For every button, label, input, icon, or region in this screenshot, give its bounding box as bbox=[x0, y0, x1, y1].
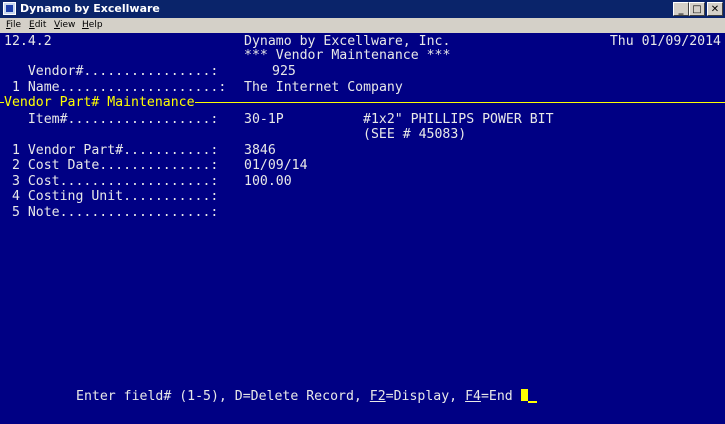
window-title: Dynamo by Excellware bbox=[20, 2, 160, 15]
screen-title: *** Vendor Maintenance *** bbox=[244, 48, 451, 63]
menu-edit[interactable]: Edit bbox=[29, 20, 46, 31]
field-costing-unit-label: 4 Costing Unit...........: bbox=[4, 189, 219, 204]
text-cursor[interactable] bbox=[520, 389, 528, 401]
field-note-label: 5 Note...................: bbox=[4, 205, 219, 220]
item-description-1: #1x2" PHILLIPS POWER BIT bbox=[363, 112, 554, 127]
current-date: Thu 01/09/2014 bbox=[609, 34, 721, 49]
menu-view[interactable]: View bbox=[54, 20, 75, 31]
field-vendor-part-value[interactable]: 3846 bbox=[244, 143, 276, 159]
window-controls: _ □ ✕ bbox=[673, 2, 723, 16]
version-label: 12.4.2 bbox=[4, 34, 52, 49]
menu-help[interactable]: Help bbox=[82, 20, 103, 31]
close-button[interactable]: ✕ bbox=[707, 2, 723, 16]
window-titlebar[interactable]: Dynamo by Excellware _ □ ✕ bbox=[0, 0, 725, 18]
vendor-name-value: The Internet Company bbox=[244, 80, 403, 95]
menu-bar: File Edit View Help bbox=[0, 18, 725, 33]
field-cost-date-label: 2 Cost Date..............: bbox=[4, 158, 219, 173]
vendor-number-value: 925 bbox=[272, 64, 296, 79]
field-vendor-part-label: 1 Vendor Part#...........: bbox=[4, 143, 219, 158]
field-cost-date-value[interactable]: 01/09/14 bbox=[244, 158, 308, 174]
menu-edit-rest: dit bbox=[34, 20, 47, 30]
menu-help-rest: elp bbox=[88, 20, 103, 30]
app-icon[interactable] bbox=[3, 2, 16, 15]
field-cost-value[interactable]: 100.00 bbox=[244, 174, 292, 190]
prompt-text-3: =End bbox=[480, 389, 521, 404]
menu-view-rest: iew bbox=[59, 20, 76, 30]
maximize-button[interactable]: □ bbox=[689, 2, 705, 16]
item-value: 30-1P bbox=[244, 112, 284, 127]
minimize-button[interactable]: _ bbox=[673, 2, 689, 16]
command-prompt: Enter field# (1-5), D=Delete Record, F2=… bbox=[76, 389, 537, 405]
prompt-text-1: Enter field# (1-5), D=Delete Record, bbox=[76, 389, 370, 404]
menu-file-rest: ile bbox=[10, 20, 22, 30]
section-title: Vendor Part# Maintenance bbox=[4, 95, 195, 110]
f4-key-hint: F4 bbox=[465, 389, 481, 404]
prompt-text-2: =Display, bbox=[385, 389, 466, 404]
vendor-number-label: Vendor#................: bbox=[4, 64, 219, 79]
item-description-2: (SEE # 45083) bbox=[363, 127, 467, 142]
terminal-screen[interactable]: 12.4.2 Dynamo by Excellware, Inc. Thu 01… bbox=[0, 33, 725, 424]
input-underline bbox=[527, 401, 537, 403]
f2-key-hint: F2 bbox=[369, 389, 386, 404]
item-label: Item#..................: bbox=[4, 112, 219, 127]
menu-file[interactable]: File bbox=[6, 20, 21, 31]
vendor-name-label: 1 Name....................: bbox=[4, 80, 227, 95]
field-cost-label: 3 Cost...................: bbox=[4, 174, 219, 189]
menu-help-accel: H bbox=[82, 20, 89, 30]
